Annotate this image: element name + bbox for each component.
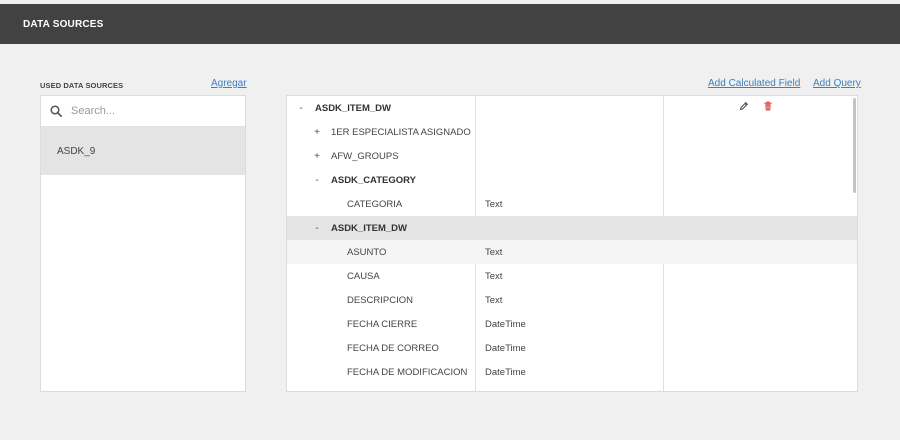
field-name: FECHA DE CORREO (347, 342, 439, 354)
field-row[interactable]: FECHA DE MODIFICACION DateTime (287, 360, 857, 384)
agregar-link[interactable]: Agregar (211, 78, 247, 89)
pencil-icon[interactable] (739, 101, 749, 111)
page-title: DATA SOURCES (23, 18, 104, 30)
field-row[interactable]: CATEGORIA Text (287, 192, 857, 216)
field-type: DateTime (485, 318, 526, 330)
field-row[interactable]: CAUSA Text (287, 264, 857, 288)
collapse-toggle[interactable]: - (296, 103, 306, 114)
trash-icon[interactable] (763, 101, 773, 111)
field-row[interactable]: FECHA DE CORREO DateTime (287, 336, 857, 360)
field-name: FECHA DE MODIFICACION (347, 366, 468, 378)
tree-row-label: AFW_GROUPS (331, 150, 399, 162)
field-type: Text (485, 270, 503, 282)
tree-row[interactable]: + 1ER ESPECIALISTA ASIGNADO (287, 120, 857, 144)
search-input[interactable] (71, 105, 221, 117)
tree-row-label: 1ER ESPECIALISTA ASIGNADO (331, 126, 471, 138)
collapse-toggle[interactable]: - (312, 223, 322, 234)
add-query-link[interactable]: Add Query (813, 78, 861, 89)
field-type: DateTime (485, 366, 526, 378)
expand-toggle[interactable]: + (312, 127, 322, 138)
data-sources-panel: ASDK_9 (40, 95, 246, 392)
fields-tree-panel: - ASDK_ITEM_DW + 1ER ESPECIALISTA ASIGNA… (286, 95, 858, 392)
header-bar: DATA SOURCES (0, 4, 900, 44)
field-row[interactable]: FECHA CIERRE DateTime (287, 312, 857, 336)
add-calculated-field-link[interactable]: Add Calculated Field (708, 78, 800, 89)
collapse-toggle[interactable]: - (312, 175, 322, 186)
row-actions (739, 101, 773, 111)
vertical-scrollbar[interactable] (853, 98, 856, 193)
field-name: ASUNTO (347, 246, 387, 258)
field-name: FECHA CIERRE (347, 318, 418, 330)
field-name: DESCRIPCION (347, 294, 413, 306)
tree-row-label: ASDK_ITEM_DW (315, 102, 392, 114)
field-type: Text (485, 246, 503, 258)
search-box (41, 96, 245, 127)
field-name: CATEGORIA (347, 198, 403, 210)
tree-row[interactable]: - ASDK_CATEGORY (287, 168, 857, 192)
tree-row-selected[interactable]: - ASDK_ITEM_DW (287, 216, 857, 240)
field-row[interactable]: DESCRIPCION Text (287, 288, 857, 312)
field-type: DateTime (485, 342, 526, 354)
field-type: Text (485, 198, 503, 210)
tree-row-label: ASDK_ITEM_DW (331, 222, 408, 234)
tree-row-label: ASDK_CATEGORY (331, 174, 416, 186)
field-name: CAUSA (347, 270, 380, 282)
data-source-label: ASDK_9 (57, 145, 96, 157)
field-row[interactable]: ASUNTO Text (287, 240, 857, 264)
used-data-sources-label: USED DATA SOURCES (40, 81, 124, 90)
tree-row[interactable]: + AFW_GROUPS (287, 144, 857, 168)
search-icon (50, 105, 62, 117)
expand-toggle[interactable]: + (312, 151, 322, 162)
field-type: Text (485, 294, 503, 306)
data-source-item[interactable]: ASDK_9 (41, 127, 245, 175)
